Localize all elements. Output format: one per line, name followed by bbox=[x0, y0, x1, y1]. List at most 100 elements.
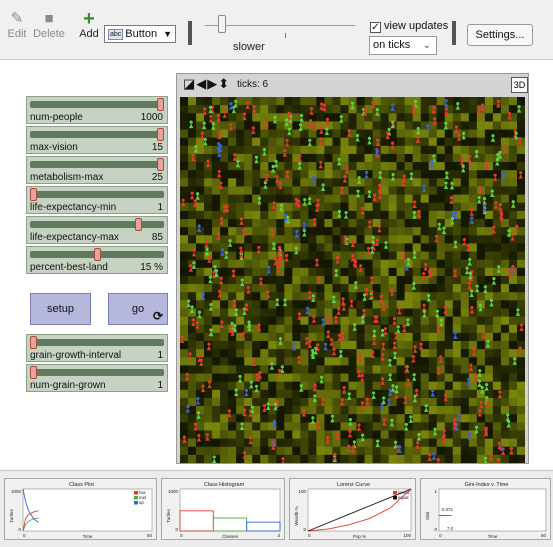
slider-track[interactable] bbox=[30, 221, 164, 228]
grain-patch bbox=[316, 300, 325, 309]
grain-patch bbox=[300, 210, 309, 220]
grain-patch bbox=[460, 365, 470, 374]
slider-thumb[interactable] bbox=[157, 98, 164, 111]
add-tool[interactable]: + Add bbox=[76, 9, 102, 40]
grain-patch bbox=[460, 454, 470, 463]
grain-patch bbox=[348, 137, 357, 147]
grain-patch bbox=[428, 300, 438, 309]
grain-patch bbox=[372, 357, 381, 366]
slider-num-grain-grown[interactable]: num-grain-grown 1 bbox=[26, 364, 168, 392]
speed-slider-track[interactable] bbox=[205, 25, 355, 26]
grain-patch bbox=[396, 275, 405, 285]
grain-patch bbox=[516, 438, 525, 448]
slider-thumb[interactable] bbox=[30, 366, 37, 379]
grain-patch bbox=[268, 349, 277, 358]
grain-patch bbox=[396, 259, 405, 269]
grain-patch bbox=[452, 259, 462, 269]
grain-patch bbox=[484, 105, 494, 114]
grain-patch bbox=[476, 121, 486, 130]
slider-thumb[interactable] bbox=[157, 158, 164, 171]
slider-track[interactable] bbox=[30, 339, 164, 346]
slider-max-vision[interactable]: max-vision 15 bbox=[26, 126, 168, 154]
slider-track[interactable] bbox=[30, 161, 164, 168]
3d-view-button[interactable]: 3D bbox=[511, 77, 528, 93]
grain-patch bbox=[244, 349, 253, 358]
slider-percent-best-land[interactable]: percent-best-land 15 % bbox=[26, 246, 168, 274]
grain-patch bbox=[308, 308, 317, 317]
toolbar: ✎ Edit ■ Delete + Add abc Button ▼ slower… bbox=[0, 0, 553, 60]
grain-patch bbox=[396, 227, 405, 236]
grain-patch bbox=[388, 365, 397, 374]
grain-patch bbox=[492, 137, 502, 147]
slider-thumb[interactable] bbox=[30, 188, 37, 201]
slider-track[interactable] bbox=[30, 101, 164, 108]
update-mode-select[interactable]: on ticks ⌄ bbox=[369, 36, 437, 55]
grain-patch bbox=[364, 267, 373, 277]
view-controls[interactable]: ◪◀▶⬍ bbox=[183, 76, 230, 92]
delete-tool[interactable]: ■ Delete bbox=[33, 10, 65, 40]
grain-patch bbox=[204, 316, 213, 326]
grain-patch bbox=[252, 235, 261, 244]
grain-patch bbox=[460, 275, 470, 285]
edit-tool[interactable]: ✎ Edit bbox=[4, 10, 30, 40]
grain-patch bbox=[356, 381, 365, 391]
slider-num-people[interactable]: num-people 1000 bbox=[26, 96, 168, 124]
slider-thumb[interactable] bbox=[135, 218, 143, 231]
up-down-arrows-icon[interactable]: ⬍ bbox=[218, 76, 230, 91]
grain-patch bbox=[260, 381, 269, 391]
slider-track[interactable] bbox=[30, 369, 164, 376]
left-right-arrows-icon[interactable]: ◀▶ bbox=[196, 76, 218, 91]
slider-metabolism-max[interactable]: metabolism-max 25 bbox=[26, 156, 168, 184]
grain-patch bbox=[380, 162, 389, 171]
grain-patch bbox=[364, 381, 373, 391]
y-axis-label: Wealth % bbox=[294, 506, 299, 525]
grain-patch bbox=[204, 365, 213, 374]
grain-patch bbox=[380, 121, 389, 130]
grain-patch bbox=[324, 349, 333, 358]
grain-patch bbox=[436, 186, 446, 195]
go-button[interactable]: go ⟳ bbox=[108, 293, 168, 325]
grain-patch bbox=[428, 194, 438, 204]
grain-patch bbox=[492, 121, 502, 130]
rotate-icon[interactable]: ◪ bbox=[183, 76, 196, 91]
slider-life-expectancy-min[interactable]: life-expectancy-min 1 bbox=[26, 186, 168, 214]
grain-patch bbox=[340, 259, 349, 269]
slider-thumb[interactable] bbox=[30, 336, 37, 349]
slider-track[interactable] bbox=[30, 191, 164, 198]
slider-track[interactable] bbox=[30, 131, 164, 138]
plot-histogram: Class Histogram 1000 0 0 3 Classes Turtles bbox=[161, 478, 285, 540]
slider-thumb[interactable] bbox=[157, 128, 164, 141]
speed-slider-thumb[interactable] bbox=[218, 15, 226, 33]
settings-button[interactable]: Settings... bbox=[467, 24, 533, 46]
grain-patch bbox=[228, 430, 237, 439]
setup-button[interactable]: setup bbox=[30, 293, 91, 325]
slider-life-expectancy-max[interactable]: life-expectancy-max 85 bbox=[26, 216, 168, 244]
grain-patch bbox=[340, 145, 349, 155]
grain-patch bbox=[276, 438, 285, 448]
grain-patch bbox=[308, 430, 317, 439]
widget-type-select[interactable]: abc Button ▼ bbox=[104, 25, 176, 43]
grain-patch bbox=[324, 137, 333, 147]
grain-patch bbox=[228, 357, 237, 366]
grain-patch bbox=[444, 275, 454, 285]
grain-patch bbox=[300, 365, 309, 374]
view-updates-checkbox[interactable]: ✓ view updates bbox=[370, 20, 448, 33]
grain-patch bbox=[444, 454, 454, 463]
grain-patch bbox=[284, 227, 293, 236]
grain-patch bbox=[492, 308, 502, 317]
grain-patch bbox=[428, 137, 438, 147]
legend-swatch bbox=[393, 491, 397, 495]
grain-patch bbox=[220, 373, 229, 382]
slider-thumb[interactable] bbox=[93, 248, 101, 261]
world-canvas[interactable] bbox=[180, 97, 525, 463]
grain-patch bbox=[340, 219, 349, 228]
grain-patch bbox=[396, 145, 405, 155]
legend-swatch bbox=[134, 501, 138, 505]
grain-patch bbox=[404, 406, 413, 415]
grain-patch bbox=[204, 389, 213, 399]
slider-grain-growth-interval[interactable]: grain-growth-interval 1 bbox=[26, 334, 168, 362]
grain-patch bbox=[508, 300, 518, 309]
grain-patch bbox=[372, 430, 381, 439]
grain-patch bbox=[420, 422, 430, 431]
grain-patch bbox=[284, 267, 293, 277]
